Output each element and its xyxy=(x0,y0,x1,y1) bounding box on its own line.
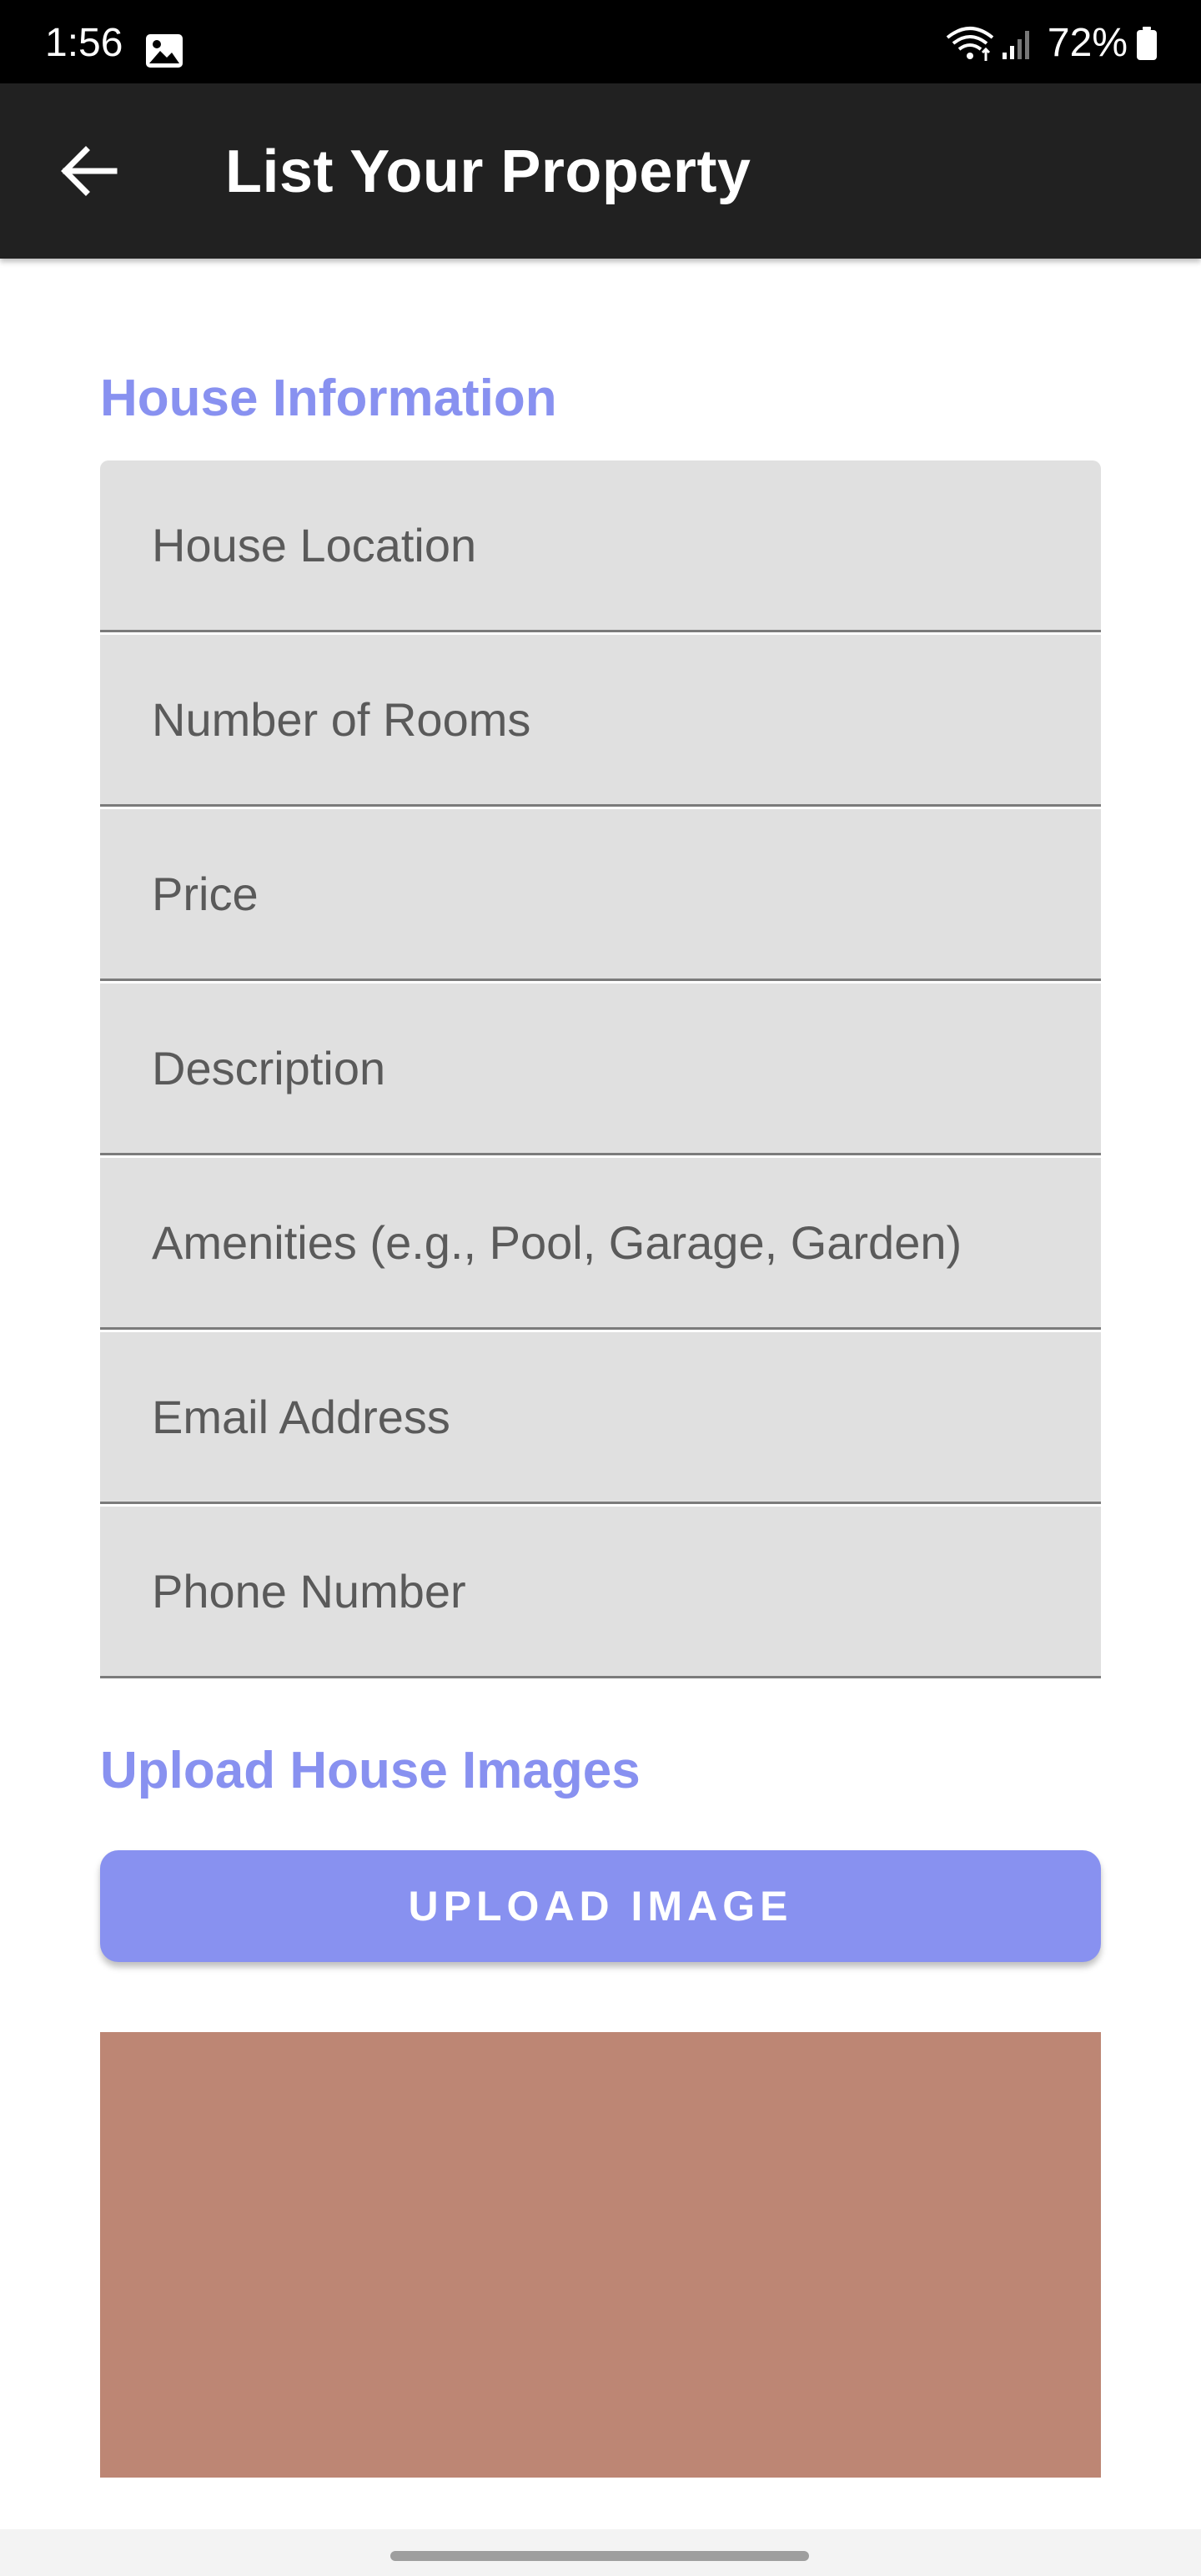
amenities-input[interactable] xyxy=(100,1158,1101,1327)
number-of-rooms-field[interactable] xyxy=(100,635,1101,807)
battery-percentage: 72% xyxy=(1047,21,1128,65)
phone-number-input[interactable] xyxy=(100,1507,1101,1676)
phone-number-field[interactable] xyxy=(100,1507,1101,1678)
house-location-input[interactable] xyxy=(100,460,1101,630)
wifi-icon xyxy=(944,24,996,63)
image-icon xyxy=(145,33,183,68)
signal-icon xyxy=(1001,26,1036,61)
house-information-heading: House Information xyxy=(100,370,557,427)
upload-images-heading: Upload House Images xyxy=(100,1742,641,1799)
status-bar: 1:56 72% xyxy=(0,0,1201,83)
navigation-bar xyxy=(0,2529,1201,2576)
image-preview xyxy=(100,2032,1101,2478)
back-button[interactable] xyxy=(47,129,130,213)
app-bar: List Your Property xyxy=(0,83,1201,259)
status-time: 1:56 xyxy=(45,21,123,65)
house-location-field[interactable] xyxy=(100,460,1101,632)
number-of-rooms-input[interactable] xyxy=(100,635,1101,804)
page-title: List Your Property xyxy=(225,138,751,205)
battery-icon xyxy=(1136,27,1158,60)
email-address-input[interactable] xyxy=(100,1332,1101,1502)
upload-image-button[interactable]: UPLOAD IMAGE xyxy=(100,1850,1101,1962)
description-field[interactable] xyxy=(100,984,1101,1155)
arrow-back-icon xyxy=(61,146,118,196)
home-indicator[interactable] xyxy=(390,2551,809,2561)
price-field[interactable] xyxy=(100,809,1101,981)
price-input[interactable] xyxy=(100,809,1101,979)
amenities-field[interactable] xyxy=(100,1158,1101,1330)
email-address-field[interactable] xyxy=(100,1332,1101,1504)
status-icons: 72% xyxy=(944,23,1158,63)
description-input[interactable] xyxy=(100,984,1101,1153)
